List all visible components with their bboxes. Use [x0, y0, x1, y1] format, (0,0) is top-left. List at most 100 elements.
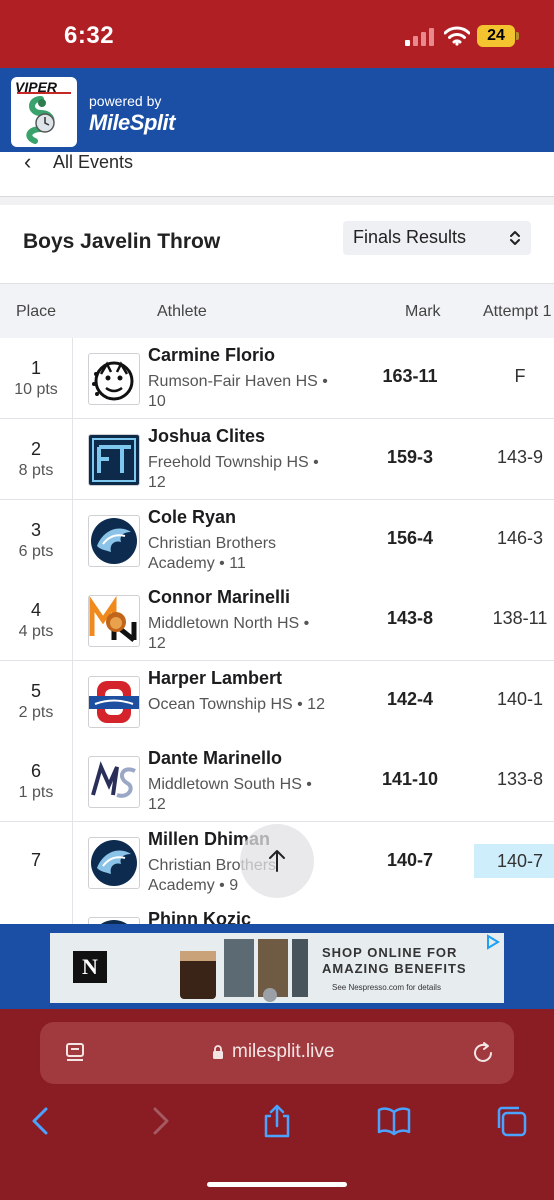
browser-toolbar: milesplit.live	[0, 1009, 554, 1200]
lock-icon	[213, 1045, 223, 1059]
place-cell: 3 6 pts	[0, 500, 73, 580]
table-row[interactable]: 5 2 pts Harper Lambert Ocean Township HS…	[0, 661, 554, 742]
place: 6	[30, 761, 41, 781]
ad-headline-1: SHOP ONLINE FOR	[322, 945, 458, 960]
site-header: VIPER	[0, 68, 554, 152]
mark: 159-3	[386, 447, 434, 467]
attempt-1-best: 140-7	[474, 844, 554, 878]
arrow-up-icon	[269, 850, 285, 872]
table-row[interactable]: 3 6 pts Cole Ryan Christian Brothers Aca…	[0, 500, 554, 581]
col-attempt1[interactable]: Attempt 1	[483, 303, 551, 321]
url-text[interactable]: milesplit.live	[232, 1041, 334, 1063]
place: 4	[30, 600, 41, 620]
section-divider	[0, 197, 554, 205]
athlete-name[interactable]: Harper Lambert	[148, 668, 282, 689]
attempt-1: 143-9	[496, 447, 544, 467]
reload-icon[interactable]	[470, 1040, 496, 1066]
battery-tip	[516, 32, 519, 40]
results-type-select[interactable]: Finals Results	[343, 221, 531, 255]
spartans-logo-icon	[88, 676, 140, 728]
mark: 140-7	[386, 850, 434, 870]
adchoices-icon[interactable]	[484, 934, 502, 950]
nespresso-logo-icon: N	[73, 951, 107, 983]
mark: 142-4	[386, 689, 434, 709]
points: 4 pts	[18, 623, 54, 640]
points: 10 pts	[14, 381, 58, 398]
powered-by-label: powered by	[89, 93, 162, 109]
all-events-link[interactable]: All Events	[53, 152, 133, 172]
scroll-to-top-button[interactable]	[240, 824, 314, 898]
place-cell: 4 4 pts	[0, 580, 73, 660]
table-row[interactable]: 1 10 pts Carmine Florio Rumson-Fair Have…	[0, 338, 554, 419]
table-row[interactable]: 6 1 pts Dante Marinello Middletown South…	[0, 741, 554, 822]
table-header: Place Athlete Mark Attempt 1	[0, 283, 554, 339]
tabs-icon[interactable]	[494, 1104, 528, 1138]
mark: 143-8	[386, 608, 434, 628]
forward-arrow-icon[interactable]	[143, 1104, 177, 1138]
chevron-updown-icon	[510, 231, 520, 245]
address-bar[interactable]: milesplit.live	[40, 1022, 514, 1084]
page-menu-icon[interactable]	[64, 1042, 86, 1064]
table-row[interactable]: Phinn Kozic	[0, 902, 554, 924]
place: 1	[30, 358, 41, 378]
points: 6 pts	[18, 543, 54, 560]
ms-logo-icon	[88, 756, 140, 808]
athlete-team: Christian Brothers Academy • 11	[148, 535, 277, 572]
cellular-signal-icon	[405, 28, 434, 46]
athlete-team: Ocean Township HS • 12	[148, 696, 325, 713]
points: 8 pts	[18, 462, 54, 479]
colt-logo-icon	[88, 837, 140, 889]
attempt-1: F	[514, 366, 526, 386]
place-cell	[0, 902, 73, 924]
athlete-name[interactable]: Dante Marinello	[148, 748, 282, 769]
mark: 141-10	[381, 769, 439, 789]
share-icon[interactable]	[260, 1104, 294, 1138]
athlete-name[interactable]: Connor Marinelli	[148, 587, 290, 608]
col-athlete[interactable]: Athlete	[157, 303, 207, 321]
colt-logo-icon	[88, 515, 140, 567]
chevron-left-icon: ‹	[24, 149, 32, 174]
ad-headline-2: AMAZING BENEFITS	[322, 961, 467, 976]
coffee-product-image	[180, 939, 308, 1002]
milesplit-brand[interactable]: MileSplit	[89, 110, 175, 136]
attempt-1: 138-11	[492, 608, 548, 628]
status-time: 6:32	[64, 22, 115, 49]
bookmarks-icon[interactable]	[377, 1104, 411, 1138]
attempt-1: 146-3	[496, 528, 544, 548]
col-mark[interactable]: Mark	[405, 303, 441, 321]
athlete-name[interactable]: Carmine Florio	[148, 345, 275, 366]
col-place[interactable]: Place	[16, 303, 56, 321]
ft-logo-icon	[88, 434, 140, 486]
battery-icon: 24	[477, 25, 515, 47]
ad-fineprint: See Nespresso.com for details	[332, 983, 441, 992]
place-cell: 7	[0, 822, 73, 902]
viper-logo[interactable]: VIPER	[11, 77, 77, 147]
mark: 156-4	[386, 528, 434, 548]
place: 5	[30, 681, 41, 701]
athlete-name[interactable]: Joshua Clites	[148, 426, 265, 447]
points: 1 pts	[18, 784, 54, 801]
place: 2	[30, 439, 41, 459]
ad-bar: N SHOP ONLINE FOR AMAZING BENEFITS See N…	[0, 924, 554, 1009]
colt-logo-icon	[88, 917, 140, 924]
place: 7	[30, 850, 41, 870]
place-cell: 5 2 pts	[0, 661, 73, 741]
athlete-team: Rumson-Fair Haven HS • 10	[148, 373, 328, 410]
place-cell: 2 8 pts	[0, 419, 73, 499]
table-row[interactable]: 2 8 pts Joshua Clites Freehold Township …	[0, 419, 554, 500]
athlete-name[interactable]: Phinn Kozic	[148, 909, 251, 924]
attempt-1: 140-1	[496, 689, 544, 709]
attempt-1: 133-8	[496, 769, 544, 789]
nespresso-ad[interactable]: N SHOP ONLINE FOR AMAZING BENEFITS See N…	[50, 933, 504, 1003]
status-bar: 6:32 24	[0, 0, 554, 68]
back-arrow-icon[interactable]	[24, 1104, 58, 1138]
athlete-name[interactable]: Cole Ryan	[148, 507, 236, 528]
lion-logo-icon	[88, 595, 140, 647]
points: 2 pts	[18, 704, 54, 721]
athlete-team: Freehold Township HS • 12	[148, 454, 319, 491]
athlete-team: Middletown South HS • 12	[148, 776, 312, 813]
table-row[interactable]: 4 4 pts Connor Marinelli Middletown Nort…	[0, 580, 554, 661]
event-title: Boys Javelin Throw	[23, 230, 221, 253]
back-row[interactable]: ‹ All Events	[0, 149, 554, 197]
bulldog-logo-icon	[88, 353, 140, 405]
